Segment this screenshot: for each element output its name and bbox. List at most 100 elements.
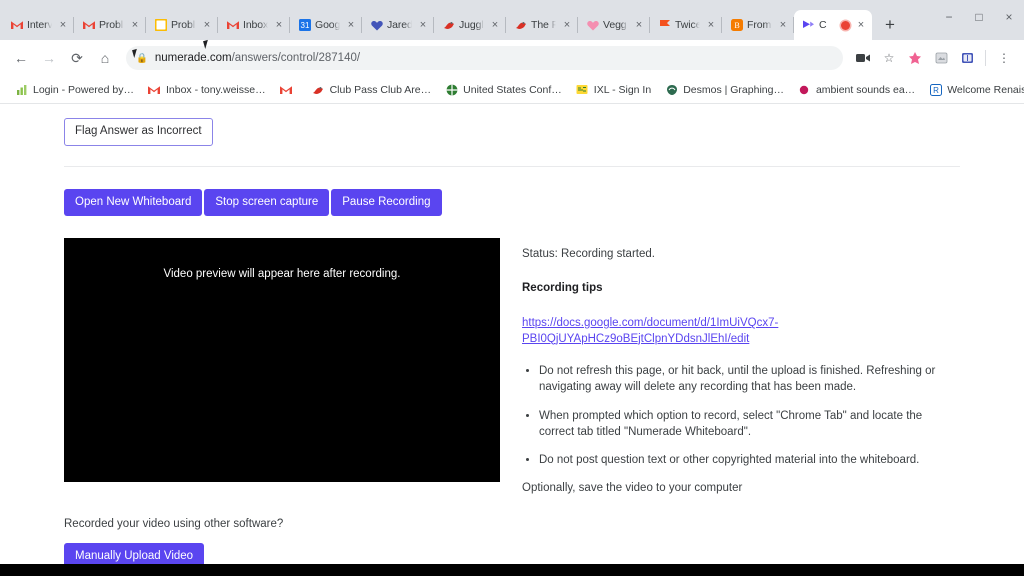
tab-title: Juggl [459, 19, 484, 31]
status-text: Status: Recording started. [522, 248, 655, 260]
bookmark-label: IXL - Sign In [593, 83, 652, 96]
browser-tab-active[interactable]: C × [794, 10, 872, 40]
browser-toolbar: ← → ⟳ ⌂ 🔒 numerade.com/answers/control/2… [0, 40, 1024, 76]
close-icon[interactable]: × [272, 18, 286, 32]
ixl-icon [576, 83, 589, 96]
forward-icon[interactable]: → [36, 45, 62, 71]
bookmark-label: ambient sounds ea… [815, 83, 916, 96]
chrome-menu-icon[interactable]: ⋮ [992, 46, 1016, 70]
bookmark-label: Desmos | Graphing… [683, 83, 784, 96]
globe-icon [445, 83, 458, 96]
browser-tab[interactable]: 31 Goog × [290, 10, 362, 40]
browser-tab[interactable]: Juggl × [434, 10, 506, 40]
video-preview: Video preview will appear here after rec… [64, 238, 500, 482]
bookmark-item[interactable]: United States Conf… [438, 81, 569, 98]
browser-tab[interactable]: Jared × [362, 10, 434, 40]
home-icon[interactable]: ⌂ [92, 45, 118, 71]
bookmark-item[interactable]: IXL - Sign In [569, 81, 658, 98]
recording-tips-link[interactable]: https://docs.google.com/document/d/1ImUi… [522, 316, 784, 347]
url-path: /answers/control/287140/ [231, 52, 361, 64]
close-icon[interactable]: × [416, 18, 430, 32]
gmail-icon [10, 19, 23, 32]
bookmark-label: United States Conf… [463, 83, 562, 96]
tab-title: From [747, 19, 772, 31]
extension-gray-icon[interactable] [929, 46, 953, 70]
main-columns: Video preview will appear here after rec… [64, 238, 960, 494]
pink-heart-icon [586, 19, 599, 32]
flag-answer-incorrect-button[interactable]: Flag Answer as Incorrect [64, 118, 213, 146]
svg-text:R: R [933, 86, 939, 95]
tab-title: The F [531, 19, 556, 31]
tab-title: Interv [27, 19, 52, 31]
recording-controls: Open New Whiteboard Stop screen capture … [64, 188, 960, 216]
bookmarks-bar: Login - Powered by… Inbox - tony.weisse…… [0, 76, 1024, 104]
browser-tab[interactable]: B From × [722, 10, 794, 40]
close-icon[interactable]: × [56, 18, 70, 32]
bookmark-item[interactable]: Login - Powered by… [8, 81, 141, 98]
browser-tab[interactable]: Probl × [146, 10, 218, 40]
open-new-whiteboard-button[interactable]: Open New Whiteboard [64, 188, 203, 216]
svg-text:31: 31 [300, 21, 309, 30]
browser-tab[interactable]: Vegg × [578, 10, 650, 40]
dot-icon [798, 83, 811, 96]
browser-tab[interactable]: The F × [506, 10, 578, 40]
tab-title: Vegg [603, 19, 627, 31]
recording-tips-list: Do not refresh this page, or hit back, u… [522, 364, 960, 469]
svg-text:B: B [734, 21, 739, 30]
close-icon[interactable]: × [776, 18, 790, 32]
url-text: numerade.com/answers/control/287140/ [155, 52, 360, 64]
tab-title: Probl [99, 19, 124, 31]
calendar-icon: 31 [298, 19, 311, 32]
orange-flag-icon [658, 19, 671, 32]
tab-title: Probl [171, 19, 196, 31]
pause-recording-button[interactable]: Pause Recording [331, 188, 442, 216]
bookmark-item[interactable]: Club Pass Club Are… [305, 81, 439, 98]
screen-share-icon[interactable] [851, 46, 875, 70]
gmail-icon [226, 19, 239, 32]
bookmark-star-icon[interactable]: ☆ [877, 46, 901, 70]
maximize-button[interactable]: □ [964, 2, 994, 32]
stop-screen-capture-button[interactable]: Stop screen capture [204, 188, 330, 216]
bottom-black-bar [0, 564, 1024, 576]
close-icon[interactable]: × [632, 18, 646, 32]
renaissance-icon: R [929, 83, 942, 96]
bookmark-label: Login - Powered by… [33, 83, 134, 96]
list-item: Do not refresh this page, or hit back, u… [539, 364, 951, 396]
new-tab-button[interactable]: + [876, 11, 904, 39]
minimize-button[interactable]: − [934, 2, 964, 32]
bookmark-item[interactable]: R Welcome Renaissa… [922, 81, 1024, 98]
list-item: Do not post question text or other copyr… [539, 453, 951, 469]
browser-tab[interactable]: Twice × [650, 10, 722, 40]
extension-blue-icon[interactable] [955, 46, 979, 70]
close-icon[interactable]: × [704, 18, 718, 32]
tab-strip: Interv × Probl × Probl × Inbox × 31 Goog… [0, 0, 1024, 40]
tab-title: C [819, 19, 827, 31]
red-bird-icon [442, 19, 455, 32]
browser-tab[interactable]: Interv × [2, 10, 74, 40]
red-bird-icon [312, 83, 325, 96]
window-controls: − □ × [934, 0, 1024, 32]
close-icon[interactable]: × [200, 18, 214, 32]
browser-window: Interv × Probl × Probl × Inbox × 31 Goog… [0, 0, 1024, 576]
back-icon[interactable]: ← [8, 45, 34, 71]
close-icon[interactable]: × [128, 18, 142, 32]
browser-tab[interactable]: Probl × [74, 10, 146, 40]
bookmark-item[interactable]: Inbox - tony.weisse… [141, 81, 273, 98]
close-icon[interactable]: × [560, 18, 574, 32]
heart-icon [370, 19, 383, 32]
close-window-button[interactable]: × [994, 2, 1024, 32]
bookmark-item[interactable] [273, 81, 305, 98]
bookmark-item[interactable]: Desmos | Graphing… [658, 81, 791, 98]
close-icon[interactable]: × [854, 18, 868, 32]
other-software-question: Recorded your video using other software… [64, 518, 284, 531]
close-icon[interactable]: × [488, 18, 502, 32]
gmail-icon [148, 83, 161, 96]
address-bar[interactable]: 🔒 numerade.com/answers/control/287140/ [126, 46, 843, 70]
reload-icon[interactable]: ⟳ [64, 45, 90, 71]
bookmark-label: Welcome Renaissa… [947, 83, 1024, 96]
close-icon[interactable]: × [344, 18, 358, 32]
extension-pink-icon[interactable] [903, 46, 927, 70]
browser-tab[interactable]: Inbox × [218, 10, 290, 40]
video-placeholder-text: Video preview will appear here after rec… [163, 268, 401, 280]
bookmark-item[interactable]: ambient sounds ea… [791, 81, 922, 98]
